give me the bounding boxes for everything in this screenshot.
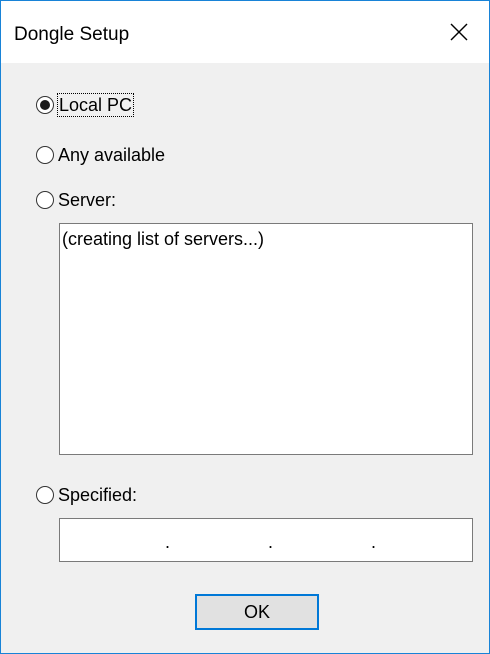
dongle-setup-dialog: Dongle Setup Local PC Any available Serv… xyxy=(0,0,490,654)
ip-address-field[interactable]: . . . xyxy=(59,518,473,562)
radio-button[interactable] xyxy=(36,191,54,209)
radio-any-available[interactable]: Any available xyxy=(36,144,165,166)
list-item[interactable]: (creating list of servers...) xyxy=(62,228,264,250)
radio-server[interactable]: Server: xyxy=(36,189,116,211)
radio-button-checked[interactable] xyxy=(36,96,54,114)
ip-separator: . xyxy=(165,532,171,552)
ok-button[interactable]: OK xyxy=(195,594,319,630)
radio-button[interactable] xyxy=(36,486,54,504)
ip-separator: . xyxy=(268,532,274,552)
radio-specified[interactable]: Specified: xyxy=(36,484,137,506)
radio-local-pc[interactable]: Local PC xyxy=(36,93,135,117)
server-listbox[interactable]: (creating list of servers...) xyxy=(59,223,473,455)
window-title: Dongle Setup xyxy=(14,24,130,45)
ip-separator: . xyxy=(371,532,377,552)
close-button[interactable] xyxy=(429,1,489,63)
title-bar: Dongle Setup xyxy=(1,1,489,63)
radio-label-server: Server: xyxy=(58,190,117,210)
radio-label-any-available: Any available xyxy=(58,145,166,165)
radio-label-specified: Specified: xyxy=(58,485,138,505)
radio-button[interactable] xyxy=(36,146,54,164)
close-icon xyxy=(450,23,468,41)
radio-label-local-pc: Local PC xyxy=(56,93,135,117)
